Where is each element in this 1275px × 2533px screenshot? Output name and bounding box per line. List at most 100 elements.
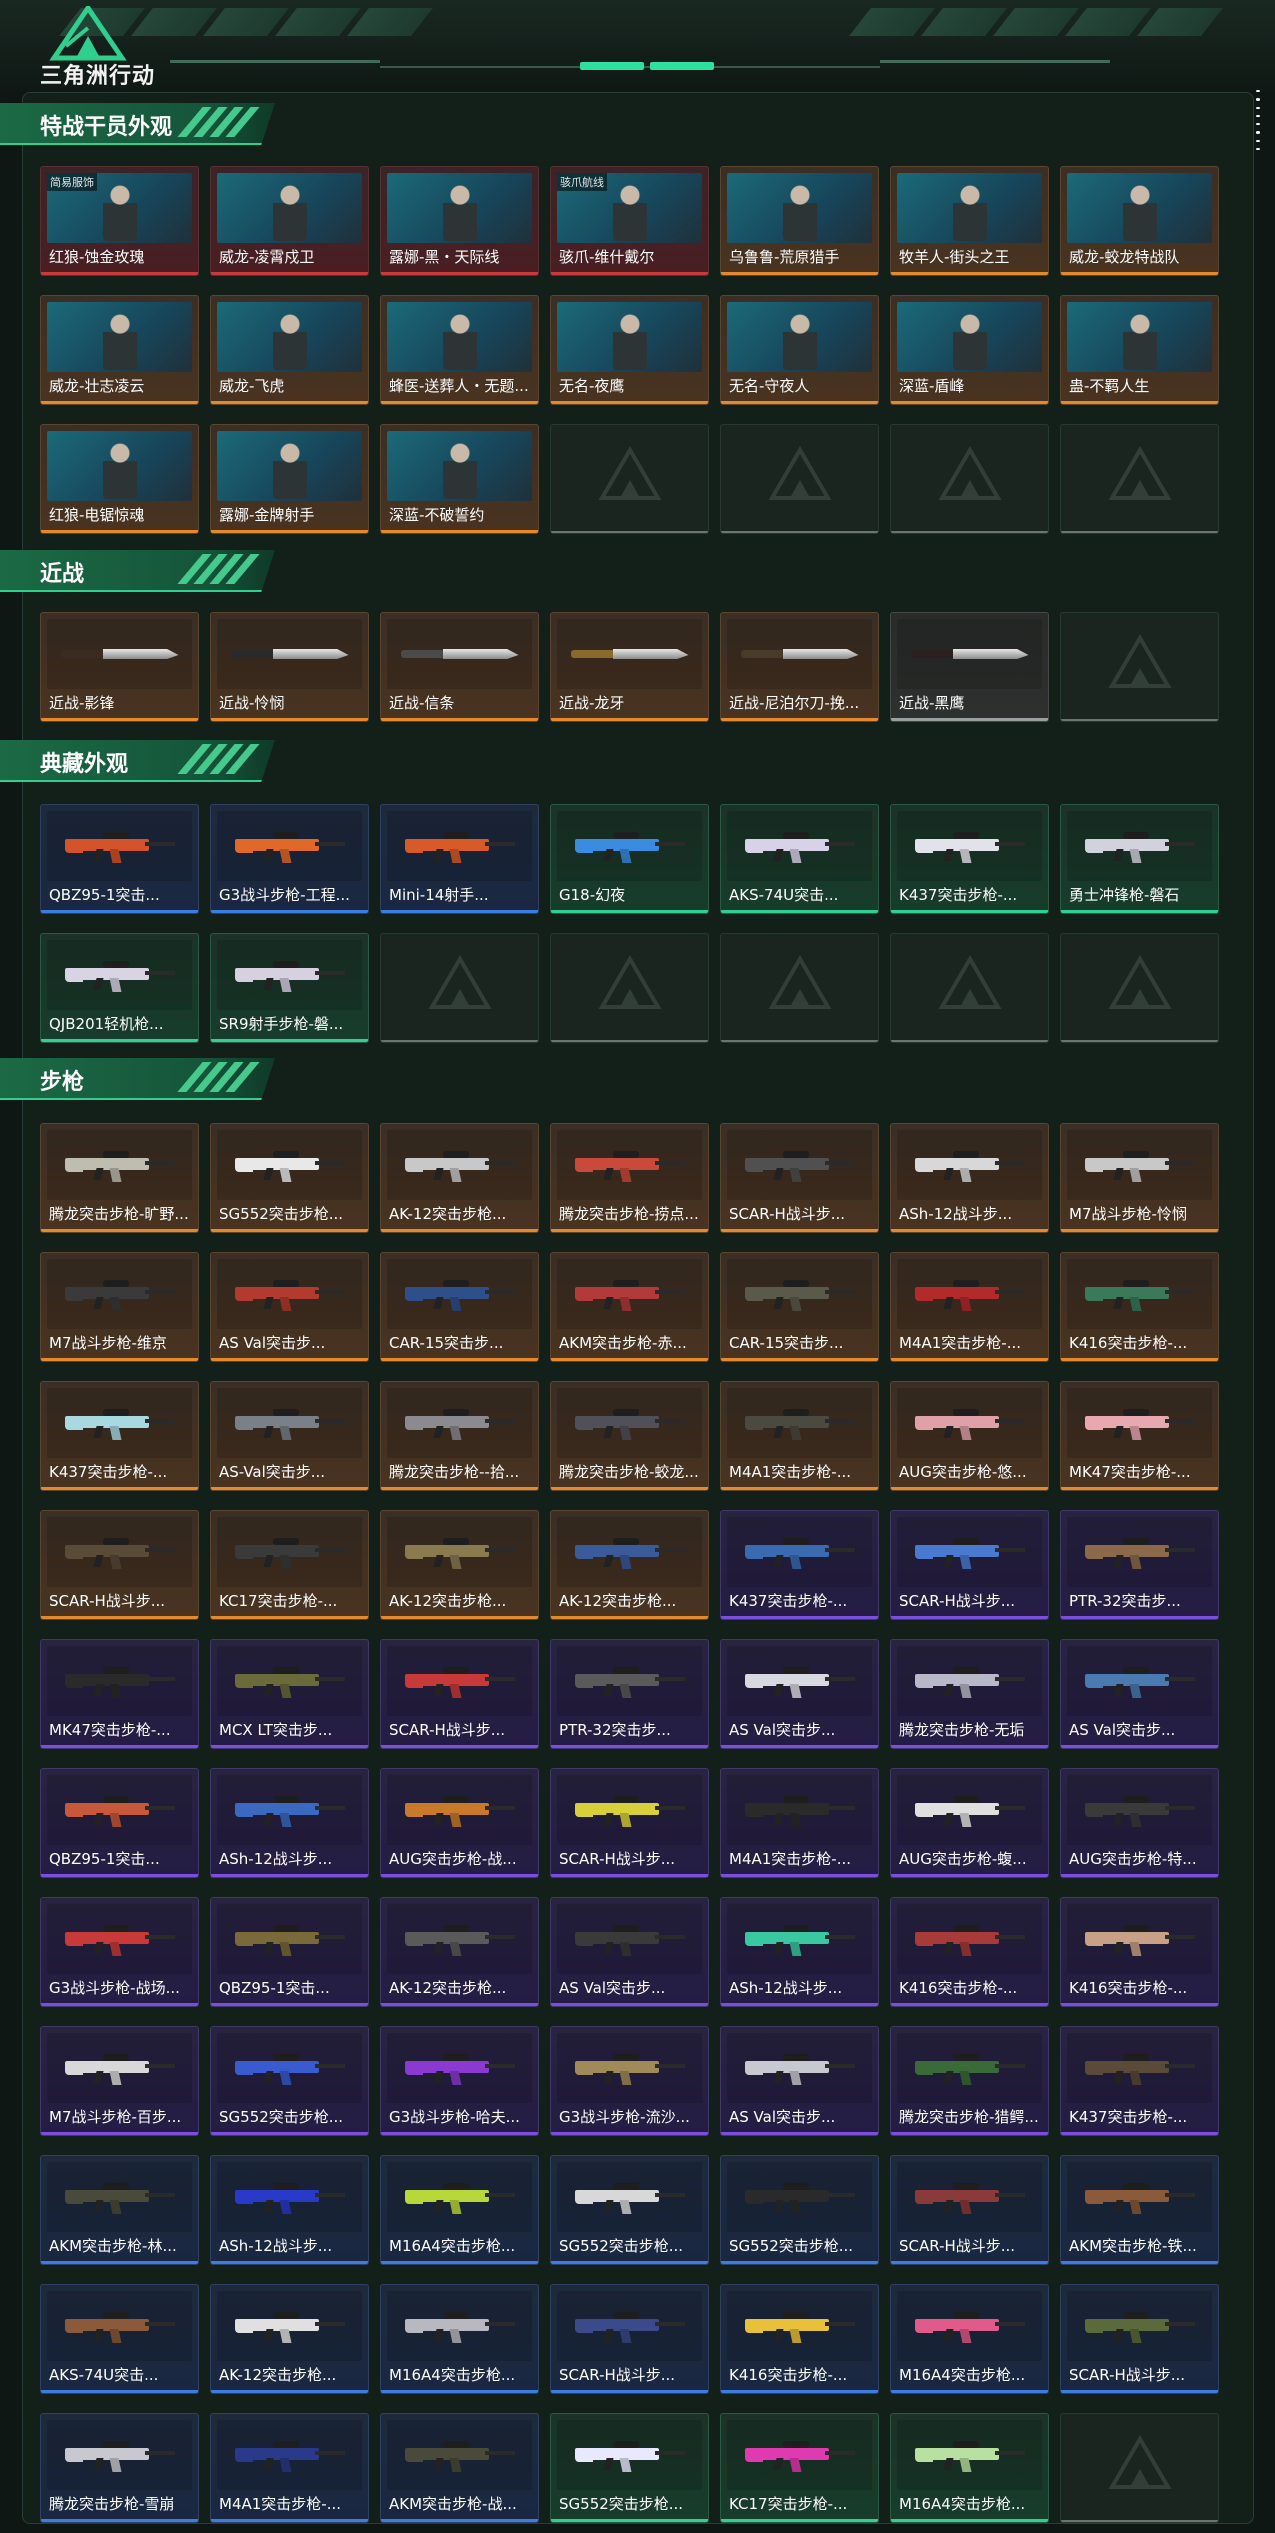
operators-skin-card[interactable]: 威龙-壮志凌云 [40,295,199,405]
rifles-skin-card[interactable]: M16A4突击步枪... [380,2284,539,2394]
rifles-skin-card[interactable]: SCAR-H战斗步... [40,1510,199,1620]
rifles-skin-card[interactable]: SCAR-H战斗步... [550,1768,709,1878]
rifles-skin-card[interactable]: QBZ95-1突击... [40,1768,199,1878]
rifles-skin-card[interactable]: M16A4突击步枪... [380,2155,539,2265]
rifles-skin-card[interactable]: ASh-12战斗步... [210,2155,369,2265]
rifles-skin-card[interactable]: AKM突击步枪-战... [380,2413,539,2523]
operators-skin-card[interactable]: 露娜-黑・天际线 [380,166,539,276]
rifles-skin-card[interactable]: SG552突击步枪... [720,2155,879,2265]
operators-skin-card[interactable]: 露娜-金牌射手 [210,424,369,534]
operators-skin-card[interactable]: 蜂医-送葬人・无题... [380,295,539,405]
rifles-skin-card[interactable]: K437突击步枪-... [40,1381,199,1491]
collection-skin-card[interactable]: 勇士冲锋枪-磐石 [1060,804,1219,914]
rifles-skin-card[interactable]: AUG突击步枪-悠... [890,1381,1049,1491]
rifles-skin-card[interactable]: M7战斗步枪-百步... [40,2026,199,2136]
melee-skin-card[interactable]: 近战-怜悯 [210,612,369,722]
rifles-skin-card[interactable]: ASh-12战斗步... [890,1123,1049,1233]
melee-skin-card[interactable]: 近战-影锋 [40,612,199,722]
rifles-skin-card[interactable]: AK-12突击步枪... [380,1510,539,1620]
rifles-skin-card[interactable]: M7战斗步枪-怜悯 [1060,1123,1219,1233]
rifles-skin-card[interactable]: AKS-74U突击... [40,2284,199,2394]
rifles-skin-card[interactable]: KC17突击步枪-... [210,1510,369,1620]
rifles-skin-card[interactable]: 腾龙突击步枪-雪崩 [40,2413,199,2523]
rifles-skin-card[interactable]: AS Val突击步... [550,1897,709,2007]
rifles-skin-card[interactable]: AUG突击步枪-蝮... [890,1768,1049,1878]
rifles-skin-card[interactable]: 腾龙突击步枪-旷野... [40,1123,199,1233]
rifles-skin-card[interactable]: MK47突击步枪-... [40,1639,199,1749]
rifles-skin-card[interactable]: AS Val突击步... [720,1639,879,1749]
rifles-skin-card[interactable]: SG552突击步枪... [210,2026,369,2136]
operators-skin-card[interactable]: 无名-守夜人 [720,295,879,405]
rifles-skin-card[interactable]: MK47突击步枪-... [1060,1381,1219,1491]
rifles-skin-card[interactable]: 腾龙突击步枪-捞点... [550,1123,709,1233]
rifles-skin-card[interactable]: PTR-32突击步... [550,1639,709,1749]
rifles-skin-card[interactable]: K437突击步枪-... [1060,2026,1219,2136]
melee-skin-card[interactable]: 近战-龙牙 [550,612,709,722]
rifles-skin-card[interactable]: M4A1突击步枪-... [720,1768,879,1878]
rifles-skin-card[interactable]: AUG突击步枪-特... [1060,1768,1219,1878]
rifles-skin-card[interactable]: 腾龙突击步枪--拾... [380,1381,539,1491]
rifles-skin-card[interactable]: AS-Val突击步... [210,1381,369,1491]
rifles-skin-card[interactable]: ASh-12战斗步... [210,1768,369,1878]
rifles-skin-card[interactable]: AK-12突击步枪... [210,2284,369,2394]
scrollbar-indicator[interactable] [1256,90,1262,150]
collection-skin-card[interactable]: G3战斗步枪-工程... [210,804,369,914]
rifles-skin-card[interactable]: M16A4突击步枪... [890,2284,1049,2394]
melee-skin-card[interactable]: 近战-信条 [380,612,539,722]
rifles-skin-card[interactable]: QBZ95-1突击... [210,1897,369,2007]
rifles-skin-card[interactable]: AK-12突击步枪... [550,1510,709,1620]
operators-skin-card[interactable]: 牧羊人-街头之王 [890,166,1049,276]
rifles-skin-card[interactable]: 腾龙突击步枪-猎鳄... [890,2026,1049,2136]
rifles-skin-card[interactable]: AK-12突击步枪... [380,1897,539,2007]
rifles-skin-card[interactable]: M7战斗步枪-维京 [40,1252,199,1362]
melee-skin-card[interactable]: 近战-尼泊尔刀-挽... [720,612,879,722]
rifles-skin-card[interactable]: M16A4突击步枪... [890,2413,1049,2523]
rifles-skin-card[interactable]: M4A1突击步枪-... [720,1381,879,1491]
rifles-skin-card[interactable]: SCAR-H战斗步... [890,1510,1049,1620]
rifles-skin-card[interactable]: AS Val突击步... [1060,1639,1219,1749]
rifles-skin-card[interactable]: AUG突击步枪-战... [380,1768,539,1878]
rifles-skin-card[interactable]: K437突击步枪-... [720,1510,879,1620]
rifles-skin-card[interactable]: PTR-32突击步... [1060,1510,1219,1620]
rifles-skin-card[interactable]: SCAR-H战斗步... [1060,2284,1219,2394]
rifles-skin-card[interactable]: SG552突击步枪... [550,2155,709,2265]
operators-skin-card[interactable]: 深蓝-盾峰 [890,295,1049,405]
operators-skin-card[interactable]: 深蓝-不破誓约 [380,424,539,534]
operators-skin-card[interactable]: 威龙-蛟龙特战队 [1060,166,1219,276]
rifles-skin-card[interactable]: KC17突击步枪-... [720,2413,879,2523]
collection-skin-card[interactable]: QBZ95-1突击... [40,804,199,914]
rifles-skin-card[interactable]: SCAR-H战斗步... [380,1639,539,1749]
operators-skin-card[interactable]: 骇爪航线 骇爪-维什戴尔 [550,166,709,276]
rifles-skin-card[interactable]: CAR-15突击步... [380,1252,539,1362]
rifles-skin-card[interactable]: G3战斗步枪-哈夫... [380,2026,539,2136]
operators-skin-card[interactable]: 威龙-凌霄戍卫 [210,166,369,276]
operators-skin-card[interactable]: 威龙-飞虎 [210,295,369,405]
rifles-skin-card[interactable]: ASh-12战斗步... [720,1897,879,2007]
collection-skin-card[interactable]: K437突击步枪-... [890,804,1049,914]
rifles-skin-card[interactable]: CAR-15突击步... [720,1252,879,1362]
collection-skin-card[interactable]: Mini-14射手... [380,804,539,914]
rifles-skin-card[interactable]: G3战斗步枪-战场... [40,1897,199,2007]
rifles-skin-card[interactable]: AS Val突击步... [720,2026,879,2136]
rifles-skin-card[interactable]: G3战斗步枪-流沙... [550,2026,709,2136]
rifles-skin-card[interactable]: AS Val突击步... [210,1252,369,1362]
collection-skin-card[interactable]: SR9射手步枪-磐... [210,933,369,1043]
rifles-skin-card[interactable]: K416突击步枪-... [720,2284,879,2394]
rifles-skin-card[interactable]: 腾龙突击步枪-蛟龙... [550,1381,709,1491]
collection-skin-card[interactable]: QJB201轻机枪... [40,933,199,1043]
operators-skin-card[interactable]: 乌鲁鲁-荒原猎手 [720,166,879,276]
rifles-skin-card[interactable]: SCAR-H战斗步... [550,2284,709,2394]
rifles-skin-card[interactable]: AKM突击步枪-铁... [1060,2155,1219,2265]
melee-skin-card[interactable]: 近战-黑鹰 [890,612,1049,722]
collection-skin-card[interactable]: G18-幻夜 [550,804,709,914]
rifles-skin-card[interactable]: K416突击步枪-... [1060,1897,1219,2007]
rifles-skin-card[interactable]: SG552突击步枪... [550,2413,709,2523]
operators-skin-card[interactable]: 无名-夜鹰 [550,295,709,405]
rifles-skin-card[interactable]: SG552突击步枪... [210,1123,369,1233]
rifles-skin-card[interactable]: K416突击步枪-... [1060,1252,1219,1362]
rifles-skin-card[interactable]: AK-12突击步枪... [380,1123,539,1233]
operators-skin-card[interactable]: 红狼-电锯惊魂 [40,424,199,534]
operators-skin-card[interactable]: 简易服饰 红狼-蚀金玫瑰 [40,166,199,276]
rifles-skin-card[interactable]: SCAR-H战斗步... [720,1123,879,1233]
rifles-skin-card[interactable]: K416突击步枪-... [890,1897,1049,2007]
